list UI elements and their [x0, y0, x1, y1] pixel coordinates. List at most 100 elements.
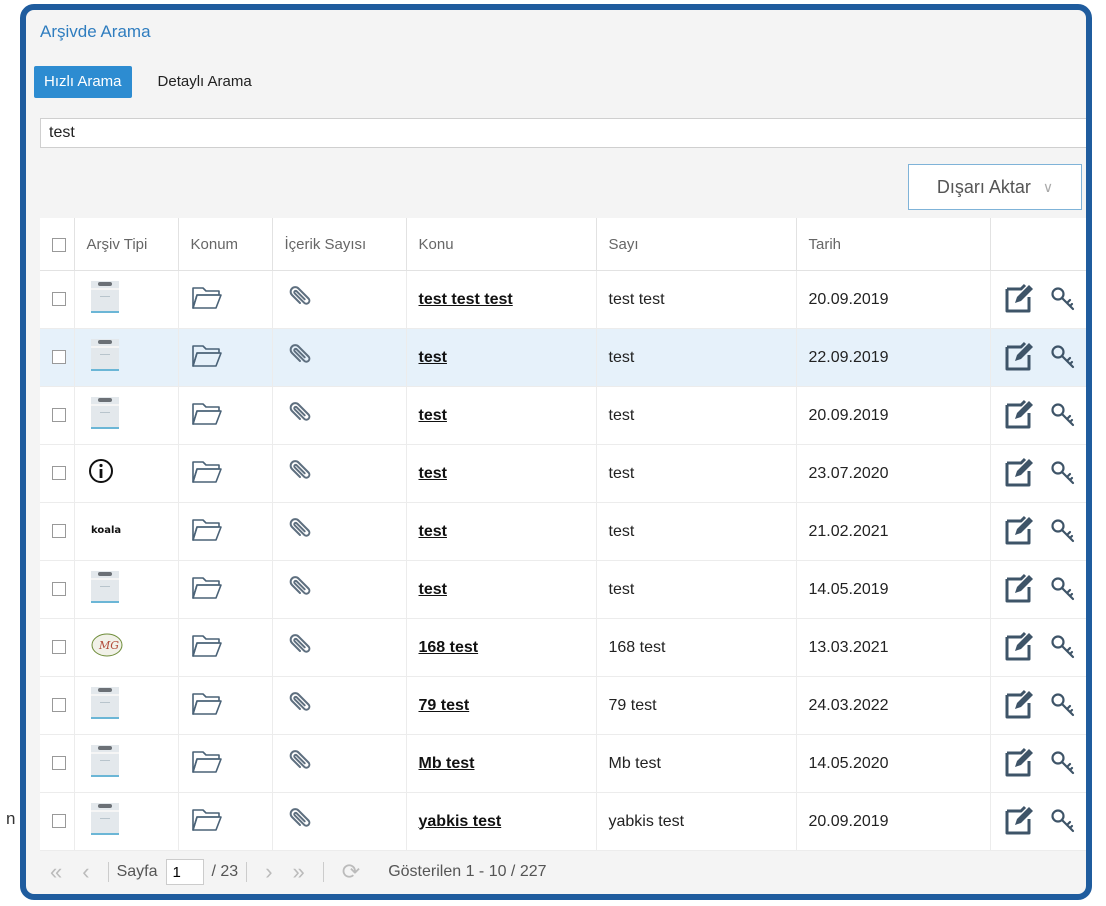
- number-cell: test: [596, 386, 797, 445]
- key-search-icon[interactable]: [1049, 751, 1077, 781]
- date-cell: 14.05.2019: [796, 560, 991, 619]
- folder-icon[interactable]: [191, 809, 223, 836]
- table-row[interactable]: Mb test Mb test 14.05.2020: [40, 734, 1086, 793]
- chevron-down-icon: ∨: [1042, 178, 1054, 195]
- number-cell: 79 test: [596, 676, 797, 735]
- location-cell: [178, 502, 273, 561]
- paperclip-icon[interactable]: [285, 286, 313, 316]
- subject-link[interactable]: 79 test: [419, 697, 470, 714]
- key-search-icon[interactable]: [1049, 693, 1077, 723]
- subject-link[interactable]: test: [419, 407, 447, 424]
- next-page-icon[interactable]: ›: [265, 859, 272, 885]
- row-checkbox[interactable]: [52, 350, 66, 365]
- subject-link[interactable]: yabkis test: [419, 813, 502, 830]
- subject-link[interactable]: test: [419, 465, 447, 482]
- table-row[interactable]: test test 20.09.2019: [40, 386, 1086, 445]
- location-cell: [178, 618, 273, 677]
- first-page-icon[interactable]: «: [50, 859, 62, 885]
- subject-link[interactable]: test: [419, 523, 447, 540]
- table-row[interactable]: test test 22.09.2019: [40, 328, 1086, 387]
- table-row[interactable]: 79 test 79 test 24.03.2022: [40, 676, 1086, 735]
- row-checkbox[interactable]: [52, 466, 66, 481]
- row-checkbox[interactable]: [52, 292, 66, 307]
- edit-icon[interactable]: [1003, 805, 1035, 839]
- key-search-icon[interactable]: [1049, 345, 1077, 375]
- key-search-icon[interactable]: [1049, 461, 1077, 491]
- date-cell: 23.07.2020: [796, 444, 991, 503]
- edit-icon[interactable]: [1003, 399, 1035, 433]
- paperclip-icon[interactable]: [285, 460, 313, 490]
- column-header-date[interactable]: Tarih: [796, 218, 991, 271]
- folder-icon[interactable]: [191, 461, 223, 488]
- key-search-icon[interactable]: [1049, 809, 1077, 839]
- key-search-icon[interactable]: [1049, 287, 1077, 317]
- edit-icon[interactable]: [1003, 747, 1035, 781]
- folder-icon[interactable]: [191, 635, 223, 662]
- previous-page-icon[interactable]: ‹: [82, 859, 89, 885]
- subject-link[interactable]: test test test: [419, 291, 513, 308]
- tab-quick-search[interactable]: Hızlı Arama: [34, 66, 132, 98]
- archive-type-cell: [74, 560, 179, 619]
- column-header-number[interactable]: Sayı: [596, 218, 797, 271]
- paperclip-icon[interactable]: [285, 692, 313, 722]
- folder-icon[interactable]: [191, 693, 223, 720]
- table-row[interactable]: test test test test test 20.09.2019: [40, 270, 1086, 329]
- row-checkbox[interactable]: [52, 408, 66, 423]
- folder-icon[interactable]: [191, 519, 223, 546]
- edit-icon[interactable]: [1003, 515, 1035, 549]
- key-search-icon[interactable]: [1049, 519, 1077, 549]
- row-checkbox[interactable]: [52, 698, 66, 713]
- location-cell: [178, 270, 273, 329]
- table-row[interactable]: MG 168 test 168 test 13.03.2021: [40, 618, 1086, 677]
- folder-icon[interactable]: [191, 577, 223, 604]
- paperclip-icon[interactable]: [285, 344, 313, 374]
- tab-detailed-search[interactable]: Detaylı Arama: [148, 66, 262, 98]
- row-checkbox[interactable]: [52, 756, 66, 771]
- folder-icon[interactable]: [191, 403, 223, 430]
- row-checkbox[interactable]: [52, 582, 66, 597]
- table-row[interactable]: koala test test 21.02.2021: [40, 502, 1086, 561]
- subject-cell: Mb test: [406, 734, 597, 793]
- key-search-icon[interactable]: [1049, 403, 1077, 433]
- last-page-icon[interactable]: »: [293, 859, 305, 885]
- search-input[interactable]: [40, 118, 1086, 148]
- paperclip-icon[interactable]: [285, 518, 313, 548]
- key-search-icon[interactable]: [1049, 635, 1077, 665]
- paperclip-icon[interactable]: [285, 634, 313, 664]
- refresh-icon[interactable]: ⟳: [342, 859, 360, 885]
- row-checkbox[interactable]: [52, 814, 66, 829]
- edit-icon[interactable]: [1003, 689, 1035, 723]
- subject-link[interactable]: Mb test: [419, 755, 475, 772]
- column-header-location[interactable]: Konum: [178, 218, 273, 271]
- content-count-cell: [272, 792, 407, 851]
- edit-icon[interactable]: [1003, 457, 1035, 491]
- location-cell: [178, 734, 273, 793]
- row-checkbox[interactable]: [52, 640, 66, 655]
- paperclip-icon[interactable]: [285, 750, 313, 780]
- folder-icon[interactable]: [191, 751, 223, 778]
- paperclip-icon[interactable]: [285, 808, 313, 838]
- table-row[interactable]: test test 23.07.2020: [40, 444, 1086, 503]
- edit-icon[interactable]: [1003, 283, 1035, 317]
- key-search-icon[interactable]: [1049, 577, 1077, 607]
- folder-icon[interactable]: [191, 287, 223, 314]
- column-header-subject[interactable]: Konu: [406, 218, 597, 271]
- export-dropdown-button[interactable]: Dışarı Aktar ∨: [908, 164, 1082, 210]
- table-row[interactable]: test test 14.05.2019: [40, 560, 1086, 619]
- subject-link[interactable]: test: [419, 349, 447, 366]
- row-checkbox[interactable]: [52, 524, 66, 539]
- table-row[interactable]: yabkis test yabkis test 20.09.2019: [40, 792, 1086, 851]
- paperclip-icon[interactable]: [285, 576, 313, 606]
- page-number-input[interactable]: [165, 859, 204, 885]
- edit-icon[interactable]: [1003, 341, 1035, 375]
- subject-link[interactable]: test: [419, 581, 447, 598]
- subject-link[interactable]: 168 test: [419, 639, 479, 656]
- folder-icon[interactable]: [191, 345, 223, 372]
- select-all-checkbox[interactable]: [52, 237, 66, 252]
- row-select-cell: [40, 560, 75, 619]
- edit-icon[interactable]: [1003, 631, 1035, 665]
- paperclip-icon[interactable]: [285, 402, 313, 432]
- column-header-archive-type[interactable]: Arşiv Tipi: [74, 218, 179, 271]
- edit-icon[interactable]: [1003, 573, 1035, 607]
- column-header-content-count[interactable]: İçerik Sayısı: [272, 218, 407, 271]
